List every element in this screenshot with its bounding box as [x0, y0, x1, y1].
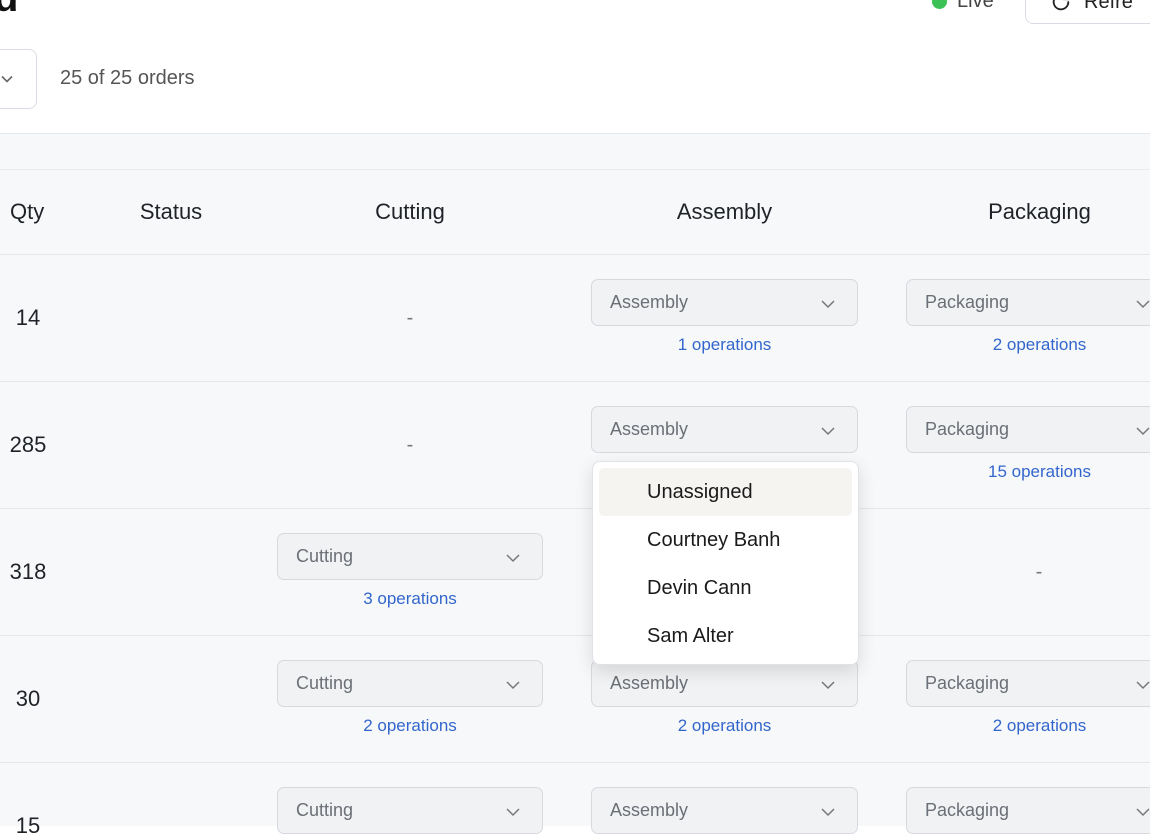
column-header-packaging: Packaging	[988, 199, 1091, 224]
assembly-operations-link[interactable]: 1 operations	[591, 335, 858, 355]
assembly-select-value: Assembly	[610, 419, 689, 439]
qty-cell: 30	[15, 686, 41, 711]
menu-item-unassigned[interactable]: Unassigned	[599, 468, 852, 516]
assembly-select-value: Assembly	[610, 292, 689, 312]
assembly-select-value: Assembly	[610, 673, 689, 693]
packaging-select[interactable]: Packaging	[906, 406, 1150, 453]
chevron-down-icon	[821, 681, 835, 690]
assembly-select[interactable]: Assembly	[591, 406, 858, 453]
chevron-down-icon	[821, 808, 835, 817]
live-indicator: Live	[932, 0, 994, 12]
column-header-qty: Qty	[10, 199, 45, 224]
chevron-down-icon	[1136, 427, 1150, 436]
packaging-operations-link[interactable]: 2 operations	[906, 335, 1150, 355]
packaging-empty: -	[1035, 561, 1043, 583]
refresh-button[interactable]: Refre	[1025, 0, 1150, 24]
chevron-down-icon	[821, 300, 835, 309]
assembly-operations-link[interactable]: 2 operations	[591, 716, 858, 736]
cutting-select-value: Cutting	[296, 546, 354, 566]
assembly-select[interactable]: Assembly	[591, 279, 858, 326]
chevron-down-icon	[821, 427, 835, 436]
packaging-select-value: Packaging	[925, 419, 1010, 439]
qty-cell: 318	[9, 559, 47, 584]
cutting-select-value: Cutting	[296, 800, 354, 820]
menu-item-sam-alter[interactable]: Sam Alter	[599, 612, 852, 660]
chevron-down-icon	[1136, 300, 1150, 309]
qty-cell: 14	[15, 305, 41, 330]
assembly-select-value: Assembly	[610, 800, 689, 820]
chevron-down-icon	[506, 808, 520, 817]
chevron-down-icon	[506, 554, 520, 563]
cutting-select-value: Cutting	[296, 673, 354, 693]
cutting-empty: -	[406, 434, 414, 456]
refresh-label: Refre	[1084, 0, 1133, 13]
row-divider	[0, 762, 1150, 763]
column-header-assembly: Assembly	[676, 199, 773, 224]
order-count: 25 of 25 orders	[60, 67, 195, 89]
packaging-operations-link[interactable]: 15 operations	[906, 462, 1150, 482]
assignee-dropdown-menu: Unassigned Courtney Banh Devin Cann Sam …	[592, 461, 859, 665]
filter-select[interactable]	[0, 49, 37, 109]
packaging-operations-link[interactable]: 2 operations	[906, 716, 1150, 736]
cutting-select[interactable]: Cutting	[277, 660, 543, 707]
chevron-down-icon	[1, 75, 13, 83]
cutting-select[interactable]: Cutting	[277, 787, 543, 834]
chevron-down-icon	[506, 681, 520, 690]
cutting-operations-link[interactable]: 3 operations	[277, 589, 543, 609]
menu-item-devin-cann[interactable]: Devin Cann	[599, 564, 852, 612]
chevron-down-icon	[1136, 808, 1150, 817]
cutting-empty: -	[406, 307, 414, 329]
packaging-select[interactable]: Packaging	[906, 787, 1150, 834]
live-status-dot-icon	[932, 0, 947, 9]
divider	[0, 169, 1150, 170]
cutting-select[interactable]: Cutting	[277, 533, 543, 580]
live-label: Live	[957, 0, 994, 12]
packaging-select[interactable]: Packaging	[906, 279, 1150, 326]
row-divider	[0, 381, 1150, 382]
assembly-select[interactable]: Assembly	[591, 660, 858, 707]
packaging-select-value: Packaging	[925, 800, 1010, 820]
row-divider	[0, 508, 1150, 509]
assembly-select[interactable]: Assembly	[591, 787, 858, 834]
row-divider	[0, 635, 1150, 636]
cutting-operations-link[interactable]: 2 operations	[277, 716, 543, 736]
row-divider	[0, 254, 1150, 255]
menu-item-courtney-banh[interactable]: Courtney Banh	[599, 516, 852, 564]
chevron-down-icon	[1136, 681, 1150, 690]
column-header-cutting: Cutting	[375, 199, 445, 224]
packaging-select-value: Packaging	[925, 292, 1010, 312]
qty-cell: 285	[9, 432, 47, 457]
packaging-select[interactable]: Packaging	[906, 660, 1150, 707]
page-title: d	[0, 0, 18, 18]
column-header-status: Status	[139, 199, 203, 224]
qty-cell: 15	[15, 813, 41, 838]
refresh-icon	[1052, 0, 1070, 11]
packaging-select-value: Packaging	[925, 673, 1010, 693]
